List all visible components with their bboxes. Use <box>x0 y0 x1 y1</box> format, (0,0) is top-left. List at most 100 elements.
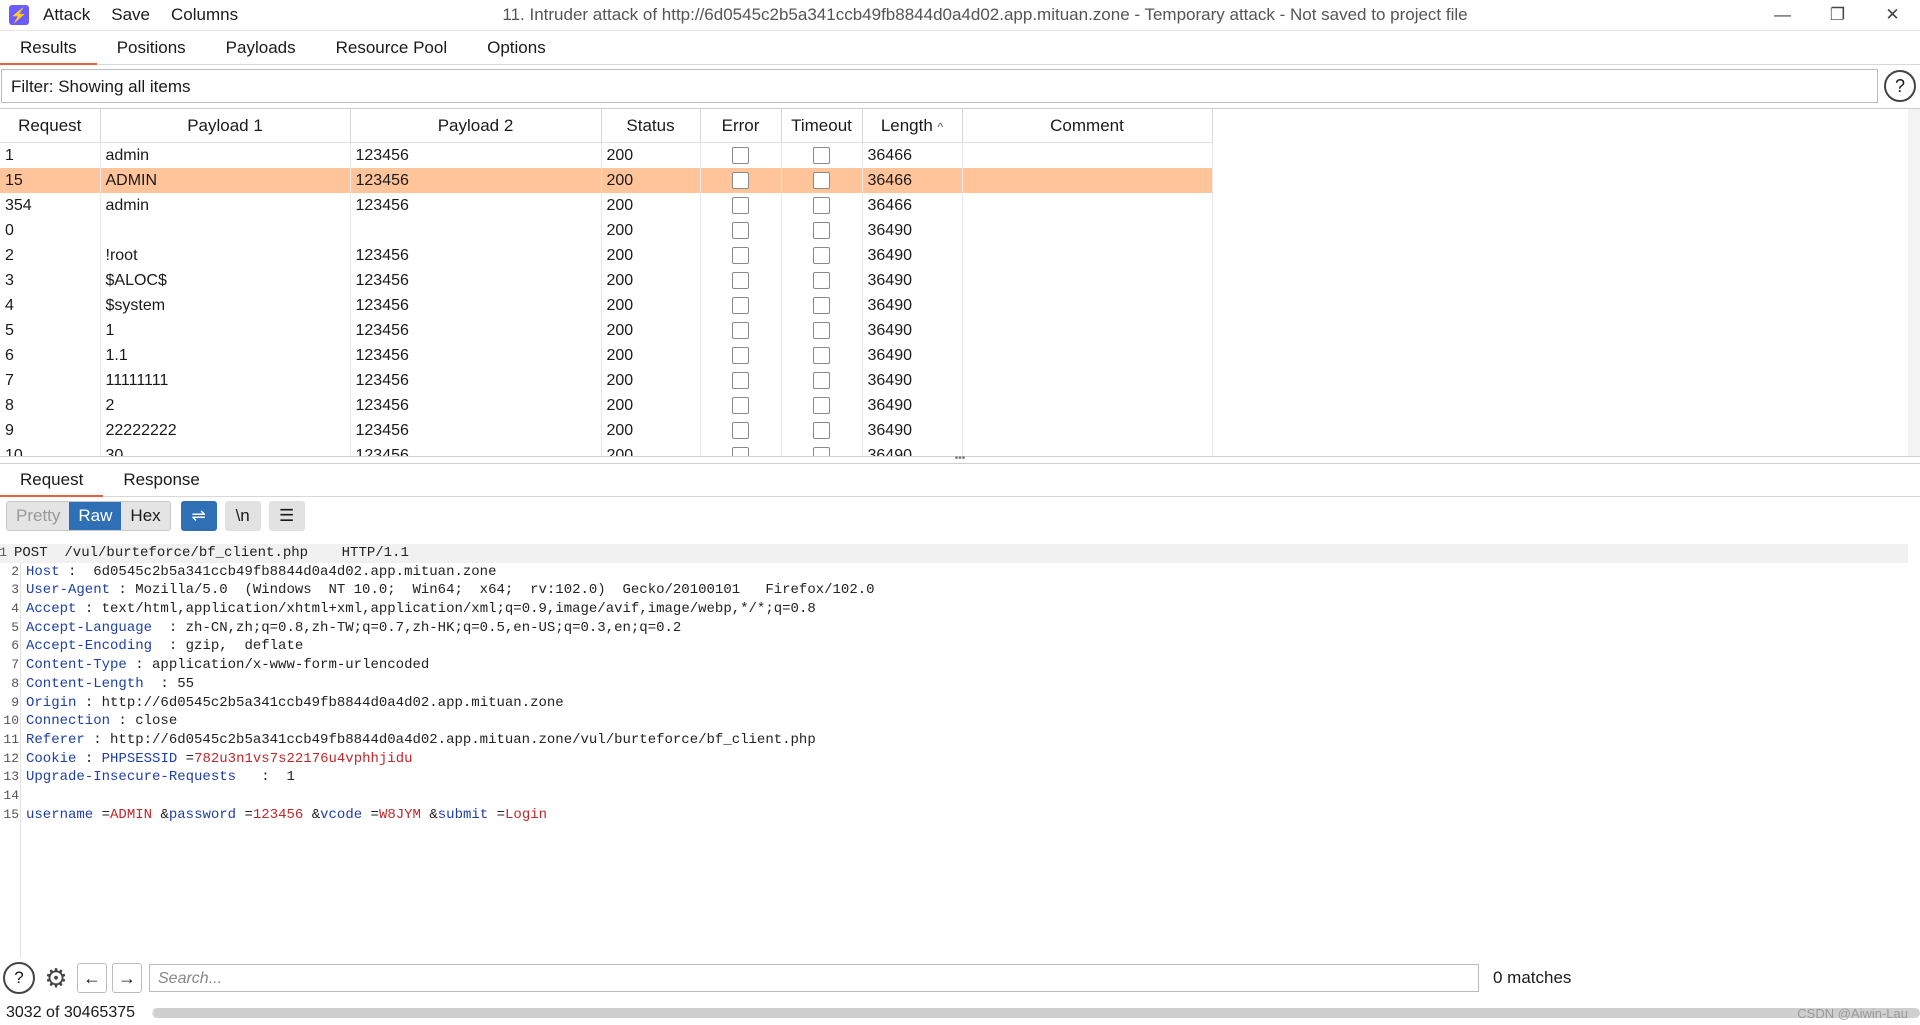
tab-request[interactable]: Request <box>0 464 104 497</box>
help-icon[interactable]: ? <box>1884 70 1916 102</box>
cell-comment <box>962 142 1213 168</box>
search-input[interactable]: Search... <box>149 964 1479 992</box>
error-checkbox[interactable] <box>732 396 749 414</box>
gear-icon[interactable]: ⚙ <box>40 962 72 994</box>
timeout-checkbox[interactable] <box>813 296 830 314</box>
pretty-button[interactable]: Pretty <box>7 502 70 530</box>
title-bar: ⚡ Attack Save Columns 11. Intruder attac… <box>0 0 1920 31</box>
timeout-checkbox[interactable] <box>813 221 830 239</box>
menu-save[interactable]: Save <box>111 5 150 25</box>
menu-attack[interactable]: Attack <box>43 5 90 25</box>
watermark: CSDN @Aiwin-Lau <box>1797 1006 1908 1021</box>
tab-payloads[interactable]: Payloads <box>206 31 316 64</box>
error-checkbox[interactable] <box>732 371 749 389</box>
menu-columns[interactable]: Columns <box>171 5 238 25</box>
filter-bar[interactable]: Filter: Showing all items <box>1 69 1878 103</box>
col-payload-2[interactable]: Payload 2 <box>350 109 602 143</box>
col-error[interactable]: Error <box>700 109 782 143</box>
tab-resource-pool[interactable]: Resource Pool <box>316 31 468 64</box>
error-checkbox[interactable] <box>732 171 749 189</box>
table-scrollbar[interactable] <box>1908 109 1920 456</box>
timeout-checkbox[interactable] <box>813 396 830 414</box>
error-checkbox[interactable] <box>732 196 749 214</box>
cell-error <box>700 418 782 443</box>
col-length[interactable]: Length ^ <box>862 109 963 143</box>
timeout-checkbox[interactable] <box>813 246 830 264</box>
editor-line: 1 POST /vul/burteforce/bf_client.php HTTP… <box>0 544 1908 563</box>
cell-payload-1: admin <box>100 193 351 218</box>
token: & <box>303 806 321 823</box>
cell-timeout <box>781 293 863 318</box>
pane-splitter[interactable]: ••• <box>0 454 1920 464</box>
timeout-checkbox[interactable] <box>813 421 830 439</box>
error-checkbox[interactable] <box>732 321 749 339</box>
timeout-checkbox[interactable] <box>813 171 830 189</box>
error-checkbox[interactable] <box>732 446 749 456</box>
timeout-checkbox[interactable] <box>813 321 830 339</box>
col-payload-1[interactable]: Payload 1 <box>100 109 351 143</box>
col-request[interactable]: Request <box>0 109 101 143</box>
timeout-checkbox[interactable] <box>813 346 830 364</box>
cell-request: 7 <box>0 368 101 393</box>
tab-options[interactable]: Options <box>467 31 566 64</box>
tab-positions[interactable]: Positions <box>97 31 206 64</box>
error-checkbox[interactable] <box>732 246 749 264</box>
table-row[interactable]: 3 $ALOC$ 123456 200 36490 <box>0 268 1213 293</box>
error-checkbox[interactable] <box>732 421 749 439</box>
table-row[interactable]: 7 11111111 123456 200 36490 <box>0 368 1213 393</box>
timeout-checkbox[interactable] <box>813 271 830 289</box>
menu-bar: Attack Save Columns <box>43 5 259 25</box>
table-row[interactable]: 4 $system 123456 200 36490 <box>0 293 1213 318</box>
editor-line: 14 <box>0 787 1920 806</box>
timeout-checkbox[interactable] <box>813 371 830 389</box>
hex-button[interactable]: Hex <box>121 502 170 530</box>
cell-request: 2 <box>0 243 101 268</box>
table-row[interactable]: 15 ADMIN 123456 200 36466 <box>0 168 1213 193</box>
token: : text/html,application/xhtml+xml,applic… <box>76 601 816 618</box>
cell-timeout <box>781 368 863 393</box>
line-text: Cookie : PHPSESSID =782u3n1vs7s22176u4vp… <box>26 750 413 769</box>
line-text: username =ADMIN &password =123456 &vcode… <box>26 806 547 825</box>
table-row[interactable]: 354 admin 123456 200 36466 <box>0 193 1213 218</box>
timeout-checkbox[interactable] <box>813 146 830 164</box>
line-number: 7 <box>11 657 19 673</box>
table-row[interactable]: 8 2 123456 200 36490 <box>0 393 1213 418</box>
table-row[interactable]: 0 200 36490 <box>0 218 1213 243</box>
editor-line: 4 Accept : text/html,application/xhtml+xm… <box>0 600 1920 619</box>
hamburger-menu-icon[interactable]: ☰ <box>268 501 305 531</box>
minimize-icon[interactable]: — <box>1755 0 1810 30</box>
error-checkbox[interactable] <box>732 146 749 164</box>
cell-payload-1: admin <box>100 142 351 168</box>
line-text: Content-Length : 55 <box>26 675 194 694</box>
table-row[interactable]: 1 admin 123456 200 36466 <box>0 142 1213 168</box>
table-row[interactable]: 9 22222222 123456 200 36490 <box>0 418 1213 443</box>
table-row[interactable]: 2 !root 123456 200 36490 <box>0 243 1213 268</box>
timeout-checkbox[interactable] <box>813 196 830 214</box>
error-checkbox[interactable] <box>732 346 749 364</box>
tab-results[interactable]: Results <box>0 31 97 65</box>
arrow-right-icon[interactable]: → <box>112 963 142 993</box>
show-newlines-button[interactable]: \n <box>224 501 261 531</box>
arrow-left-icon[interactable]: ← <box>77 963 107 993</box>
wrap-lines-icon[interactable]: ⇌ <box>180 501 217 531</box>
col-comment[interactable]: Comment <box>962 109 1213 143</box>
col-status[interactable]: Status <box>601 109 701 143</box>
restore-icon[interactable]: ❐ <box>1810 0 1865 30</box>
col-timeout[interactable]: Timeout <box>781 109 863 143</box>
raw-button[interactable]: Raw <box>69 502 122 530</box>
error-checkbox[interactable] <box>732 296 749 314</box>
cell-payload-1 <box>100 218 351 243</box>
help-icon[interactable]: ? <box>3 962 35 994</box>
table-row[interactable]: 10 30 123456 200 36490 <box>0 443 1213 456</box>
tab-response[interactable]: Response <box>103 464 220 496</box>
timeout-checkbox[interactable] <box>813 446 830 456</box>
table-row[interactable]: 5 1 123456 200 36490 <box>0 318 1213 343</box>
cell-timeout <box>781 343 863 368</box>
table-row[interactable]: 6 1.1 123456 200 36490 <box>0 343 1213 368</box>
error-checkbox[interactable] <box>732 271 749 289</box>
error-checkbox[interactable] <box>732 221 749 239</box>
request-editor[interactable]: 1 POST /vul/burteforce/bf_client.php HTTP… <box>0 544 1920 958</box>
close-icon[interactable]: ✕ <box>1865 0 1920 30</box>
cell-request: 10 <box>0 443 101 456</box>
cell-payload-1: 1 <box>100 318 351 343</box>
